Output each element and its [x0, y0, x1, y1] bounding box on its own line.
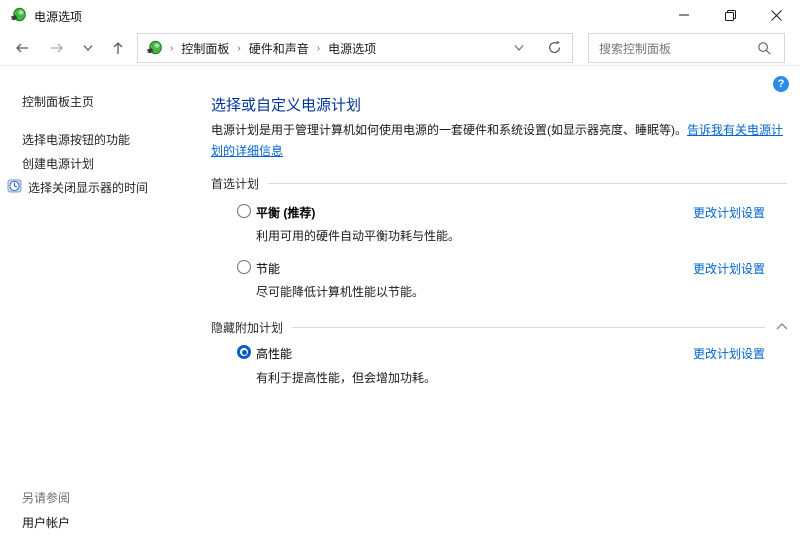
plan-desc-high-performance: 有利于提高性能，但会增加功耗。	[256, 371, 437, 385]
forward-icon[interactable]	[49, 40, 65, 56]
breadcrumb-power-options[interactable]: 电源选项	[328, 40, 376, 57]
clock-icon	[7, 178, 23, 194]
recent-pages-chevron-icon[interactable]	[82, 43, 98, 59]
close-icon	[771, 9, 782, 21]
sidebar-item-control-panel-home[interactable]: 控制面板主页	[22, 93, 94, 110]
sidebar-item-choose-power-buttons[interactable]: 选择电源按钮的功能	[22, 131, 130, 148]
plan-desc-balanced: 利用可用的硬件自动平衡功耗与性能。	[256, 229, 461, 243]
sidebar-item-user-accounts[interactable]: 用户帐户	[22, 514, 70, 531]
chevron-up-icon[interactable]	[775, 321, 789, 333]
plan-name-power-saver[interactable]: 节能	[256, 260, 280, 277]
up-icon[interactable]	[110, 40, 126, 56]
group-label: 首选计划	[211, 176, 260, 191]
radio-balanced[interactable]	[237, 204, 251, 218]
power-plug-icon	[10, 7, 26, 23]
back-icon[interactable]	[14, 40, 30, 56]
breadcrumb-separator-icon: ›	[316, 42, 321, 54]
refresh-icon[interactable]	[547, 40, 562, 55]
sidebar-item-create-power-plan[interactable]: 创建电源计划	[22, 155, 94, 172]
close-button[interactable]	[753, 0, 800, 30]
radio-power-saver[interactable]	[237, 260, 251, 274]
page-title: 选择或自定义电源计划	[211, 97, 362, 114]
navigation-bar: › 控制面板 › 硬件和声音 › 电源选项 搜索控制面板	[0, 30, 800, 66]
plan-name-high-performance[interactable]: 高性能	[256, 345, 292, 362]
group-preferred-plans: 首选计划	[211, 175, 787, 191]
minimize-icon	[679, 14, 689, 16]
group-divider	[268, 182, 787, 184]
change-plan-settings-link-power-saver[interactable]: 更改计划设置	[693, 260, 765, 277]
sidebar-item-choose-display-off-time[interactable]: 选择关闭显示器的时间	[28, 179, 148, 196]
group-hidden-plans: 隐藏附加计划	[211, 319, 765, 335]
help-icon[interactable]: ?	[773, 76, 789, 92]
change-plan-settings-link-balanced[interactable]: 更改计划设置	[693, 204, 765, 221]
restore-icon	[724, 9, 736, 21]
plan-name-balanced[interactable]: 平衡 (推荐)	[256, 204, 315, 221]
power-options-window: 电源选项 › 控制面板 › 硬件和声音 › 电源选项 搜索控制面板 ? 控制面板…	[0, 0, 800, 540]
power-plug-icon	[146, 40, 162, 56]
breadcrumb-hardware-and-sound[interactable]: 硬件和声音	[249, 40, 309, 57]
breadcrumb-separator-icon: ›	[170, 42, 174, 54]
search-input[interactable]: 搜索控制面板	[599, 40, 757, 57]
intro-text: 电源计划是用于管理计算机如何使用电源的一套硬件和系统设置(如显示器亮度、睡眠等)…	[211, 120, 789, 162]
window-title: 电源选项	[34, 10, 83, 24]
change-plan-settings-link-high-performance[interactable]: 更改计划设置	[693, 345, 765, 362]
breadcrumb-control-panel[interactable]: 控制面板	[181, 40, 229, 57]
group-divider	[292, 326, 765, 328]
plan-desc-power-saver: 尽可能降低计算机性能以节能。	[256, 285, 425, 299]
minimize-button[interactable]	[661, 0, 707, 30]
address-dropdown-chevron-icon[interactable]	[513, 43, 525, 53]
search-icon[interactable]	[757, 41, 772, 56]
titlebar: 电源选项	[0, 0, 800, 30]
address-bar[interactable]: › 控制面板 › 硬件和声音 › 电源选项	[137, 33, 573, 63]
radio-high-performance[interactable]	[237, 345, 251, 359]
group-label: 隐藏附加计划	[211, 320, 284, 335]
intro-description: 电源计划是用于管理计算机如何使用电源的一套硬件和系统设置(如显示器亮度、睡眠等)…	[211, 123, 687, 137]
see-also-header: 另请参阅	[22, 491, 71, 505]
breadcrumb-separator-icon: ›	[237, 42, 241, 54]
restore-button[interactable]	[707, 0, 753, 30]
search-box[interactable]: 搜索控制面板	[588, 33, 785, 63]
